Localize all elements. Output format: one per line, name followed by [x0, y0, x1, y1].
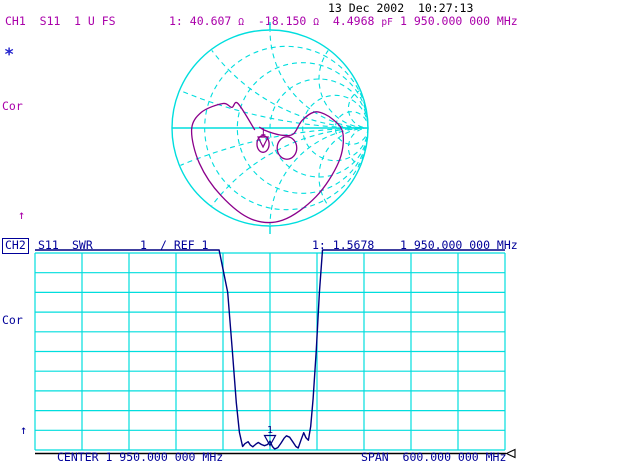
ch1-scale-label: 1 U FS [74, 15, 116, 28]
pf-unit: pF [381, 17, 392, 28]
ch2-marker-number: 1 [267, 425, 273, 436]
smith-reactance-arc [270, 128, 380, 236]
center-frequency-label: CENTER 1 950.000 000 MHz [57, 451, 223, 464]
axis-end-arrow-icon [507, 450, 516, 458]
ch1-label: CH1 S11 [5, 15, 60, 28]
vna-screen: 13 Dec 2002 10:27:13 CH1 S11 1 U FS 1: 4… [0, 0, 640, 465]
smith-reactance-arc [270, 16, 380, 128]
swr-plot-svg: 1 [0, 240, 640, 465]
span-label: SPAN 600.000 000 MHz [361, 451, 506, 464]
ch1-smith-trace [192, 102, 344, 222]
ch1-trace-loop [277, 137, 297, 160]
ch1-frequency-label: 1 950.000 000 MHz [400, 15, 518, 28]
smith-chart-svg: 1 [160, 16, 380, 236]
ch1-cor-status: Cor [2, 100, 23, 113]
ch1-meas-text: S11 [40, 14, 61, 28]
ch1-marker-number: 1 [260, 127, 266, 138]
ch1-up-arrow-icon: ↑ [18, 209, 25, 222]
smith-reactance-arc [348, 89, 380, 128]
sweep-asterisk-icon: * [4, 49, 14, 62]
ch1-channel-text: CH1 [5, 14, 26, 28]
